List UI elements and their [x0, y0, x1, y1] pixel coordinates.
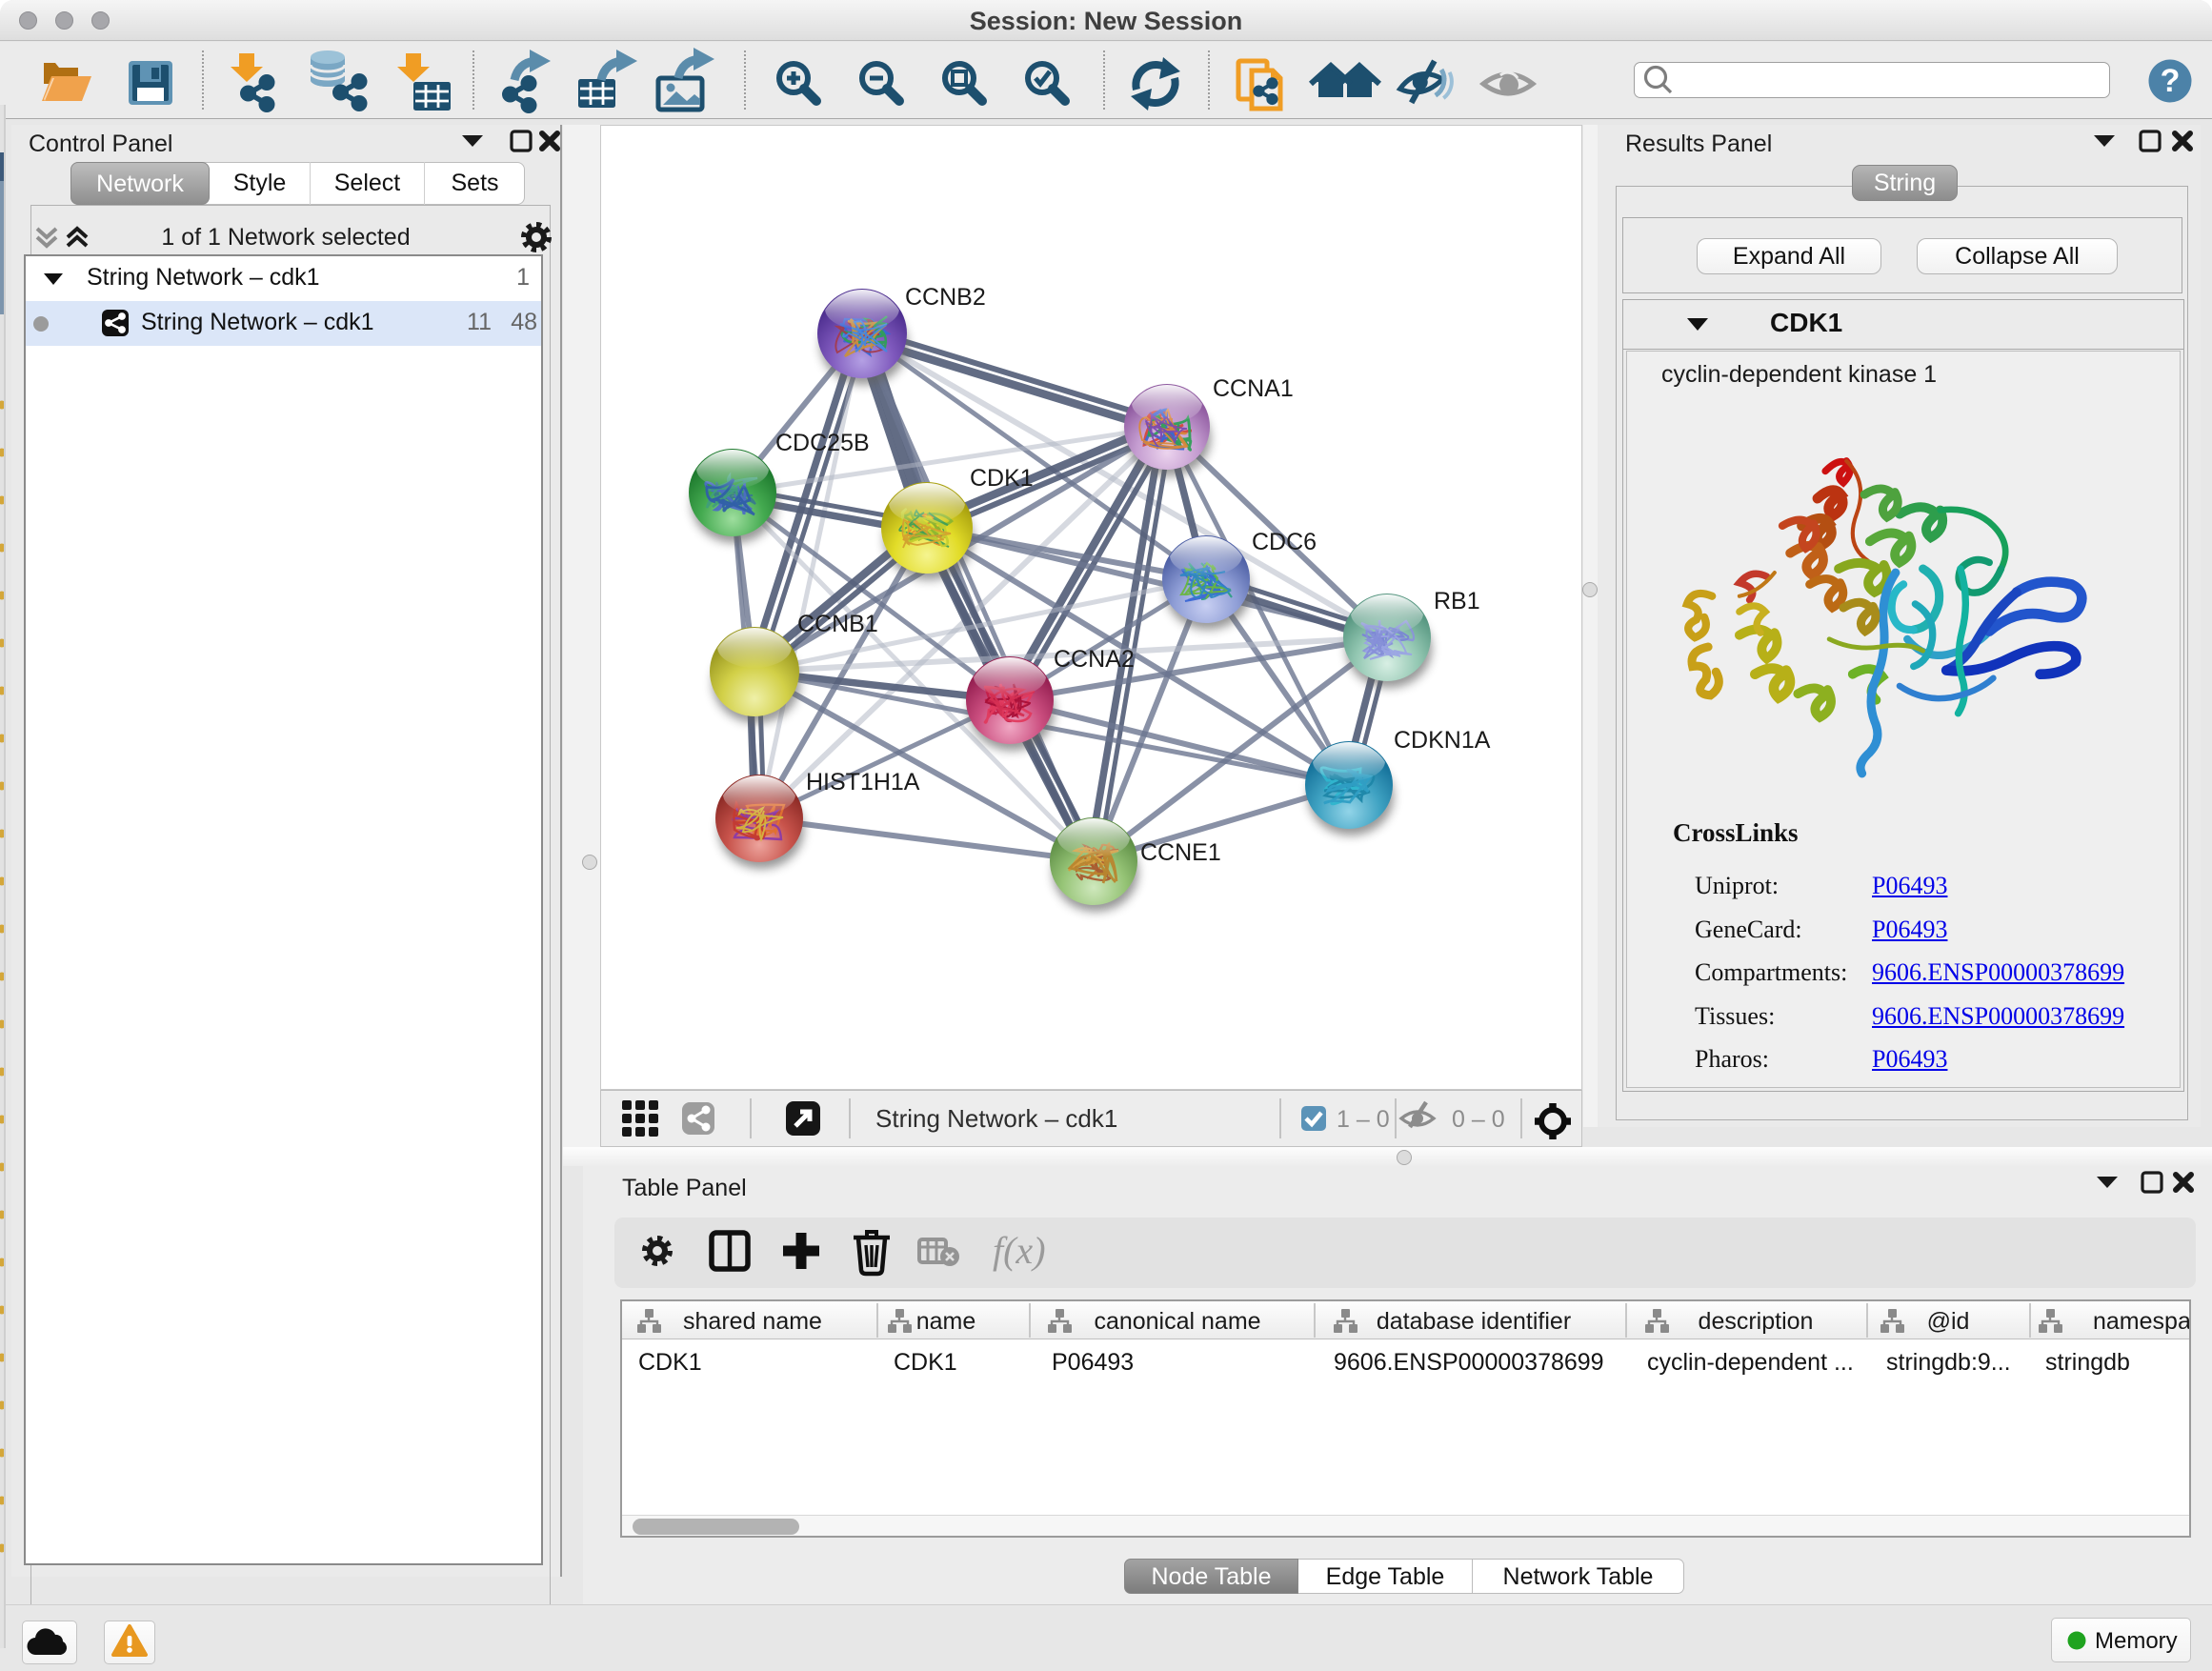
svg-text:0 – 0: 0 – 0 [1452, 1106, 1505, 1133]
svg-text:String Network – cdk1: String Network – cdk1 [875, 1104, 1117, 1133]
svg-text:database identifier: database identifier [1377, 1308, 1571, 1335]
svg-text:?: ? [2161, 63, 2181, 99]
svg-text:namespace: namespace [2093, 1308, 2191, 1335]
svg-text:shared name: shared name [683, 1308, 822, 1335]
svg-text:CDC25B: CDC25B [775, 430, 870, 456]
svg-text:CDK1: CDK1 [970, 465, 1034, 492]
svg-text:CDKN1A: CDKN1A [1394, 727, 1491, 754]
svg-text:HIST1H1A: HIST1H1A [806, 769, 920, 795]
svg-text:CCNA2: CCNA2 [1054, 646, 1135, 673]
svg-text:1 of 1 Network selected: 1 of 1 Network selected [161, 224, 410, 251]
svg-text:CDC6: CDC6 [1252, 529, 1317, 555]
svg-text:RB1: RB1 [1434, 588, 1480, 614]
svg-text:Memory: Memory [2095, 1628, 2178, 1654]
svg-text:CCNE1: CCNE1 [1140, 839, 1221, 866]
svg-text:CCNB1: CCNB1 [797, 611, 878, 637]
svg-text:CCNB2: CCNB2 [905, 284, 986, 311]
svg-text:description: description [1699, 1308, 1814, 1335]
svg-text:canonical name: canonical name [1094, 1308, 1260, 1335]
svg-text:1 – 0: 1 – 0 [1337, 1106, 1390, 1133]
svg-text:name: name [916, 1308, 976, 1335]
svg-text:f(x): f(x) [993, 1229, 1046, 1272]
svg-text:CCNA1: CCNA1 [1213, 375, 1294, 402]
svg-text:@id: @id [1927, 1308, 1970, 1335]
